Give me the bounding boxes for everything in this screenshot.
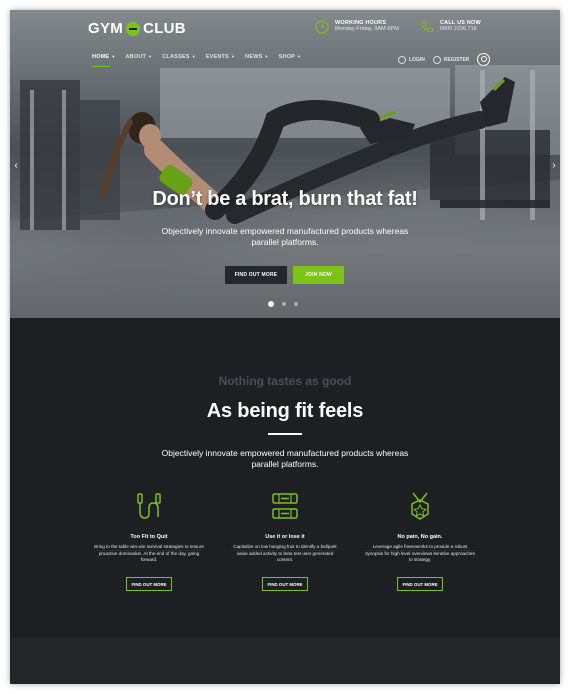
nav-item-about[interactable]: ABOUT ▼ [125, 54, 152, 64]
chevron-down-icon: ▼ [111, 54, 116, 59]
working-hours-info: WORKING HOURS Monday-Friday, 9AM-6PM [315, 20, 399, 34]
site-header: GYM CLUB WORKING HOURS Monday-Friday, 9A… [10, 10, 560, 78]
medal-icon [411, 492, 429, 520]
feature-card-use-it: Use it or lose it Capitalize on low hang… [225, 490, 345, 564]
feature-divider [231, 550, 339, 551]
logo-mark-icon [126, 21, 141, 36]
feature-title: Too Fit to Quit [130, 534, 168, 540]
logo-text-club: CLUB [143, 20, 186, 37]
chevron-down-icon: ▼ [231, 54, 236, 59]
feature-find-out-more-button[interactable]: FIND OUT MORE [397, 577, 443, 591]
slider-prev-arrow-icon[interactable]: ‹ [12, 160, 20, 172]
feature-title: No pain, No gain. [397, 534, 443, 540]
feature-find-out-more-button[interactable]: FIND OUT MORE [262, 577, 308, 591]
feature-text: Capitalize on low hanging fruit to ident… [233, 544, 337, 562]
join-now-button[interactable]: JOIN NOW [293, 266, 344, 284]
nav-label: HOME [92, 54, 110, 60]
section-tagline: Nothing tastes as good [218, 374, 352, 388]
find-out-more-button[interactable]: FIND OUT MORE [225, 266, 287, 284]
logo-text-gym: GYM [88, 20, 124, 37]
slider-dot-2[interactable] [282, 302, 286, 306]
register-link[interactable]: REGISTER [432, 55, 470, 64]
nav-label: NEWS [245, 54, 263, 60]
main-nav: HOME ▼ ABOUT ▼ CLASSES ▼ EVENTS ▼ NEWS ▼ SHOP… [92, 54, 302, 67]
section-subtitle: Objectively innovate empowered manufactu… [161, 448, 409, 469]
clock-icon [315, 20, 329, 34]
nav-label: SHOP [278, 54, 296, 60]
feature-text: Bring to the table win-win survival stra… [94, 544, 204, 562]
feature-text: Leverage agile frameworks to provide a r… [365, 544, 475, 562]
feature-divider [95, 550, 203, 551]
features-section: Nothing tastes as good As being fit feel… [10, 318, 560, 638]
nav-item-events[interactable]: EVENTS ▼ [206, 54, 235, 64]
feature-card-no-pain: No pain, No gain. Leverage agile framewo… [360, 490, 480, 564]
account-links: LOGIN REGISTER [398, 53, 491, 66]
search-icon[interactable] [477, 53, 491, 66]
chevron-down-icon: ▼ [148, 54, 153, 59]
feature-card-too-fit: Too Fit to Quit Bring to the table win-w… [89, 490, 209, 564]
nav-label: CLASSES [162, 54, 190, 60]
hero-title: Don’t be a brat, burn that fat! [152, 188, 418, 210]
hero-subtitle: Objectively innovate empowered manufactu… [161, 226, 409, 247]
call-us-info: CALL US NOW 0800 2236 718 [420, 20, 481, 34]
jump-rope-icon [137, 493, 161, 519]
register-icon [432, 55, 441, 64]
slider-dots [268, 301, 298, 307]
footer-strip [10, 638, 560, 684]
feature-title: Use it or lose it [265, 534, 305, 540]
hero-slider: GYM CLUB WORKING HOURS Monday-Friday, 9A… [10, 10, 560, 318]
feature-find-out-more-button[interactable]: FIND OUT MORE [126, 577, 172, 591]
login-link[interactable]: LOGIN [398, 55, 425, 64]
register-label: REGISTER [443, 56, 470, 63]
slider-dot-1[interactable] [268, 301, 274, 307]
nav-item-classes[interactable]: CLASSES ▼ [162, 54, 196, 64]
nav-item-shop[interactable]: SHOP ▼ [279, 54, 302, 64]
nav-item-home[interactable]: HOME ▼ [92, 54, 116, 67]
page-frame: GYM CLUB WORKING HOURS Monday-Friday, 9A… [10, 10, 560, 684]
chevron-down-icon: ▼ [264, 54, 269, 59]
section-title: As being fit feels [206, 400, 364, 422]
title-divider [268, 433, 302, 435]
slider-dot-3[interactable] [294, 302, 298, 306]
phone-icon [421, 21, 433, 33]
nav-label: ABOUT [125, 54, 147, 60]
chevron-down-icon: ▼ [297, 54, 302, 59]
call-us-number[interactable]: 0800 2236 718 [440, 26, 481, 33]
slider-next-arrow-icon[interactable]: › [550, 160, 558, 172]
feature-divider [366, 550, 474, 551]
chevron-down-icon: ▼ [191, 54, 196, 59]
login-label: LOGIN [409, 56, 425, 63]
nav-item-news[interactable]: NEWS ▼ [245, 54, 268, 64]
working-hours-value: Monday-Friday, 9AM-6PM [335, 26, 399, 32]
user-icon [398, 55, 406, 64]
dumbbell-icon [272, 493, 298, 519]
site-logo[interactable]: GYM CLUB [88, 20, 186, 37]
nav-label: EVENTS [205, 54, 229, 60]
